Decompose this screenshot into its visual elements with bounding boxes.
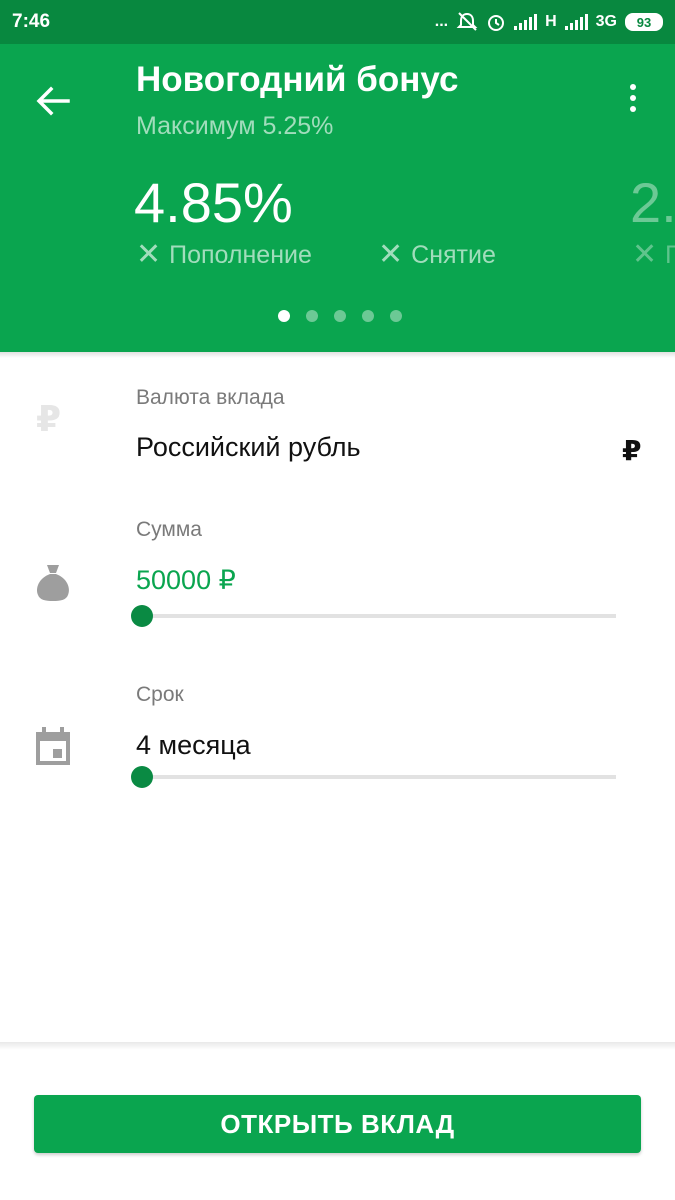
bottom-divider	[0, 1042, 675, 1050]
header-shadow	[0, 352, 675, 358]
slider-thumb[interactable]	[131, 766, 153, 788]
currency-symbol[interactable]: ₽	[622, 434, 641, 467]
page-indicator	[278, 310, 402, 322]
money-bag-icon	[37, 565, 69, 601]
term-value[interactable]: 4 месяца	[136, 730, 251, 761]
close-icon: ✕	[632, 238, 658, 271]
currency-label: Валюта вклада	[136, 386, 285, 409]
slider-track	[136, 614, 616, 618]
network-type-h: H	[545, 13, 557, 30]
feature-label: Пополнение	[169, 240, 312, 269]
feature-label: П	[665, 240, 675, 269]
interest-rate: 4.85%	[134, 171, 293, 234]
feature-peek: ✕ П	[632, 240, 675, 270]
amount-slider[interactable]	[130, 604, 616, 628]
alarm-icon	[488, 15, 505, 31]
deposit-header: Новогодний бонус Максимум 5.25% 4.85% 2.…	[0, 44, 675, 352]
page-dot-active	[278, 310, 290, 322]
battery-icon: 93	[625, 13, 663, 31]
page-dot	[362, 310, 374, 322]
muted-bell-icon	[456, 12, 478, 31]
ruble-icon: ₽	[36, 398, 62, 439]
slider-thumb[interactable]	[131, 605, 153, 627]
close-icon: ✕	[136, 238, 162, 271]
back-button[interactable]	[30, 78, 76, 124]
open-deposit-button[interactable]: ОТКРЫТЬ ВКЛАД	[34, 1095, 641, 1153]
feature-topup: ✕ Пополнение	[136, 240, 312, 270]
page-dot	[306, 310, 318, 322]
page-subtitle: Максимум 5.25%	[136, 112, 334, 140]
more-options-button[interactable]	[618, 76, 648, 120]
calendar-icon	[36, 727, 70, 765]
status-time: 7:46	[12, 11, 51, 32]
signal-icon	[514, 14, 538, 30]
status-icons: ... H 3G 93	[435, 12, 663, 32]
feature-withdrawal: ✕ Снятие	[378, 240, 496, 270]
page-dot	[390, 310, 402, 322]
slider-track	[136, 775, 616, 779]
currency-value[interactable]: Российский рубль	[136, 432, 361, 463]
amount-label: Сумма	[136, 518, 202, 541]
close-icon: ✕	[378, 238, 404, 271]
network-type-3g: 3G	[595, 13, 617, 30]
page-dot	[334, 310, 346, 322]
term-label: Срок	[136, 683, 184, 706]
signal-2-icon	[564, 14, 588, 30]
amount-value[interactable]: 50000 ₽	[136, 565, 236, 596]
status-bar: 7:46 ... H 3G 93	[0, 0, 675, 44]
arrow-left-icon	[36, 86, 70, 116]
term-slider[interactable]	[130, 765, 616, 789]
more-vert-icon	[630, 84, 636, 90]
next-card-rate-peek: 2.	[630, 171, 675, 234]
page-title: Новогодний бонус	[136, 60, 459, 99]
feature-label: Снятие	[411, 240, 496, 269]
more-notifications-icon: ...	[434, 13, 449, 30]
